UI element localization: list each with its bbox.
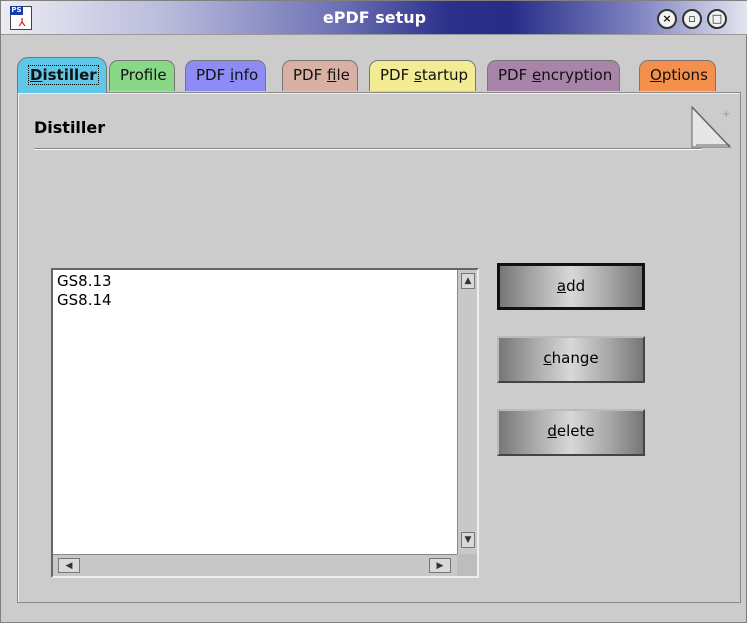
tab-profile[interactable]: Profile [109, 60, 175, 91]
tab-options[interactable]: Options [639, 60, 716, 91]
scroll-right-arrow-icon[interactable]: ▶ [429, 558, 451, 573]
tab-bar: Distiller Profile PDF info PDF file PDF … [17, 57, 747, 94]
add-button[interactable]: add [497, 263, 645, 310]
close-icon[interactable]: × [657, 9, 677, 29]
tab-label-accel: D [30, 66, 43, 84]
tab-label: nfo [234, 66, 259, 84]
vertical-scrollbar[interactable]: ▲ ▼ [457, 270, 477, 554]
button-label: elete [556, 422, 595, 440]
tab-label: ncryption [541, 66, 613, 84]
tab-pdf-startup[interactable]: PDF startup [369, 60, 476, 91]
scroll-left-arrow-icon[interactable]: ◀ [58, 558, 80, 573]
tab-label: Profile [120, 66, 167, 84]
minimize-icon[interactable]: ▫ [682, 9, 702, 29]
distiller-panel: Distiller + GS8.13 GS8.14 ▲ ▼ ◀ ▶ add ch… [17, 92, 741, 603]
scrollbar-corner [457, 554, 477, 576]
tab-label: istiller [42, 66, 97, 84]
svg-text:+: + [722, 109, 730, 120]
delete-button[interactable]: delete [497, 409, 645, 456]
tab-label-accel: e [532, 66, 542, 84]
tab-label-prefix: PDF [498, 66, 532, 84]
button-accel: d [547, 422, 557, 440]
epdf-setup-window: PS ⅄ ePDF setup × ▫ □ Distiller Profile … [0, 0, 747, 623]
window-title: ePDF setup [322, 8, 427, 27]
scroll-up-arrow-icon[interactable]: ▲ [461, 273, 475, 289]
title-bar[interactable]: PS ⅄ ePDF setup × ▫ □ [1, 1, 747, 35]
page-fold-icon[interactable]: + [690, 105, 732, 149]
list-item[interactable]: GS8.13 [57, 272, 453, 291]
tab-label-accel: s [414, 66, 422, 84]
distiller-listbox[interactable]: GS8.13 GS8.14 ▲ ▼ ◀ ▶ [51, 268, 479, 578]
button-accel: a [556, 277, 567, 295]
tab-label-prefix: PDF [196, 66, 230, 84]
maximize-icon[interactable]: □ [707, 9, 727, 29]
tab-label: tartup [421, 66, 468, 84]
tab-label-accel: O [650, 66, 662, 84]
tab-label-prefix: PDF [293, 66, 327, 84]
button-accel: c [543, 349, 552, 367]
tab-label: ile [336, 66, 350, 84]
panel-divider [34, 148, 702, 150]
tab-pdf-file[interactable]: PDF file [282, 60, 358, 91]
button-label: hange [551, 349, 599, 367]
tab-pdf-info[interactable]: PDF info [185, 60, 267, 91]
distiller-list[interactable]: GS8.13 GS8.14 [53, 270, 457, 554]
tab-label-prefix: PDF [380, 66, 414, 84]
list-item[interactable]: GS8.14 [57, 291, 453, 310]
panel-title: Distiller [34, 118, 106, 137]
scroll-down-arrow-icon[interactable]: ▼ [461, 532, 475, 548]
tab-pdf-encryption[interactable]: PDF encryption [487, 60, 621, 91]
horizontal-scrollbar[interactable]: ◀ ▶ [53, 554, 457, 576]
tab-label: ptions [661, 66, 708, 84]
tab-distiller[interactable]: Distiller [17, 57, 107, 93]
button-label: dd [566, 277, 586, 295]
change-button[interactable]: change [497, 336, 645, 383]
